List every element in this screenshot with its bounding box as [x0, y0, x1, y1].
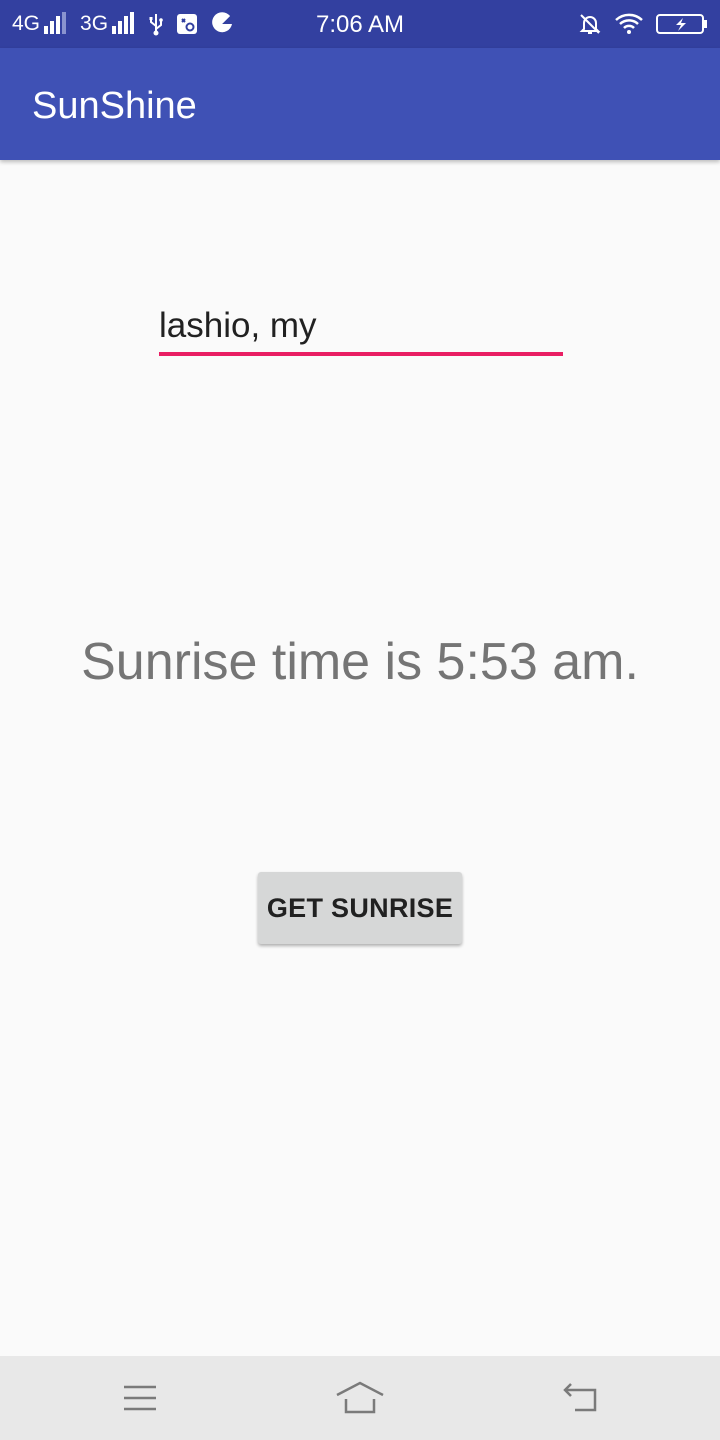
- home-button[interactable]: [300, 1356, 420, 1440]
- back-button[interactable]: [520, 1356, 640, 1440]
- wifi-icon: [614, 12, 644, 36]
- back-icon: [563, 1383, 597, 1412]
- status-right: [566, 0, 708, 48]
- home-icon: [336, 1381, 384, 1414]
- battery-charging-icon: [656, 12, 708, 36]
- app-title: SunShine: [32, 85, 197, 127]
- menu-icon: [124, 1385, 156, 1411]
- bell-off-icon: [578, 12, 602, 36]
- menu-button[interactable]: [80, 1356, 200, 1440]
- status-bar: 4G 3G 7:06 AM: [0, 0, 720, 48]
- get-sunrise-button[interactable]: GET SUNRISE: [258, 872, 462, 944]
- nav-bar: [0, 1356, 720, 1440]
- city-input[interactable]: [159, 300, 563, 356]
- sunrise-result-text: Sunrise time is 5:53 am.: [81, 633, 639, 691]
- app-bar: SunShine: [0, 48, 720, 160]
